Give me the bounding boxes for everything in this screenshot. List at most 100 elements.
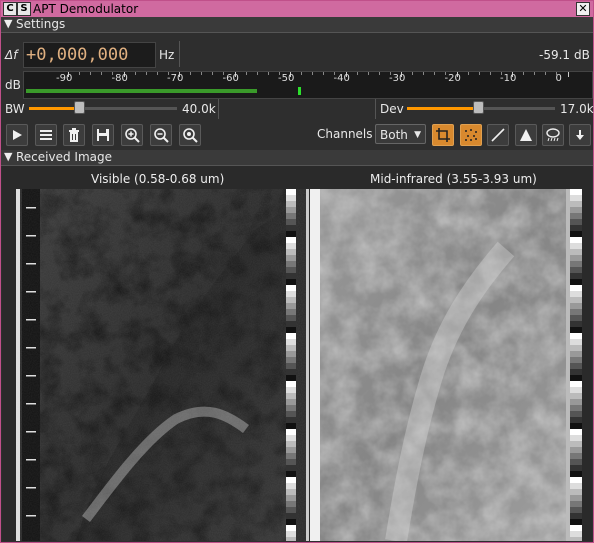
wedge-step — [570, 429, 582, 435]
wedge-step — [570, 243, 582, 249]
scale-minor-tick — [367, 72, 369, 75]
wedge-step — [286, 249, 296, 255]
wedge-step — [286, 441, 296, 447]
scale-minor-tick — [312, 72, 314, 75]
wedge-step — [286, 435, 296, 441]
wedge-step — [286, 243, 296, 249]
wedge-step — [570, 213, 582, 219]
channels-select[interactable]: Both ▼ — [375, 124, 426, 144]
wedge-step — [570, 375, 582, 381]
wedge-step — [286, 393, 296, 399]
wedge-step — [570, 501, 582, 507]
wedge-step — [286, 213, 296, 219]
wedge-step — [570, 381, 582, 387]
bw-slider[interactable] — [29, 101, 177, 115]
linear-equalisation-toggle[interactable] — [487, 124, 509, 146]
scale-minor-tick — [423, 72, 425, 75]
histogram-equalisation-toggle[interactable] — [515, 124, 537, 146]
denoise-toggle[interactable] — [460, 124, 482, 146]
telemetry-mark — [26, 291, 36, 293]
zoom-in-button[interactable] — [121, 124, 143, 146]
telemetry-mark — [26, 487, 36, 489]
wedge-step — [286, 405, 296, 411]
scale-minor-tick — [134, 72, 136, 75]
wedge-step — [570, 285, 582, 291]
wedge-step — [286, 417, 296, 423]
wedge-step — [570, 477, 582, 483]
wedge-step — [286, 261, 296, 267]
line-icon — [491, 128, 505, 142]
bw-value: 40.0k — [182, 102, 216, 116]
collapse-triangle-icon[interactable]: ▼ — [4, 150, 12, 163]
telemetry-mark — [26, 347, 36, 349]
wedge-step — [286, 237, 296, 243]
power-value: -59.1 — [539, 48, 571, 62]
menu-button[interactable] — [35, 124, 57, 146]
precipitation-overlay-toggle[interactable] — [542, 124, 564, 146]
frequency-input[interactable]: +0,000,000 — [23, 42, 156, 68]
title-bar[interactable]: C S APT Demodulator ✕ — [1, 1, 593, 17]
collapse-triangle-icon[interactable]: ▼ — [4, 17, 12, 30]
bw-label: BW — [5, 102, 25, 116]
wedge-step — [570, 387, 582, 393]
wedge-step — [570, 327, 582, 333]
scale-tick-label: -20 — [444, 73, 461, 84]
scale-tick-label: -80 — [111, 73, 128, 84]
wedge-step — [286, 327, 296, 333]
flip-button[interactable] — [569, 124, 591, 146]
save-image-button[interactable] — [92, 124, 114, 146]
zoom-out-button[interactable] — [150, 124, 172, 146]
zoom-fit-button[interactable] — [179, 124, 201, 146]
wedge-step — [570, 255, 582, 261]
zoom-in-icon — [125, 128, 140, 143]
received-image-section-header[interactable]: ▼ Received Image — [1, 150, 593, 166]
wedge-step — [570, 237, 582, 243]
wedge-step — [570, 297, 582, 303]
noise-icon — [465, 129, 477, 141]
wedge-step — [570, 453, 582, 459]
start-button[interactable] — [6, 124, 28, 146]
scale-tick-label: -90 — [56, 73, 73, 84]
wedge-step — [570, 249, 582, 255]
wedge-step — [570, 273, 582, 279]
scale-minor-tick — [90, 72, 92, 75]
dev-slider-handle[interactable] — [472, 101, 484, 114]
level-bar — [26, 89, 258, 93]
crop-noise-toggle[interactable] — [432, 124, 454, 146]
wedge-step — [286, 507, 296, 513]
wedge-step — [286, 285, 296, 291]
dev-label: Dev — [380, 102, 404, 116]
wedge-step — [286, 453, 296, 459]
channel-badge-s[interactable]: S — [17, 2, 31, 16]
wedge-step — [570, 291, 582, 297]
wedge-step — [286, 483, 296, 489]
scale-minor-tick — [101, 72, 103, 75]
settings-section-header[interactable]: ▼ Settings — [1, 17, 593, 33]
wedge-step — [286, 489, 296, 495]
weather-icon — [546, 128, 560, 142]
db-label: dB — [5, 78, 21, 92]
telemetry-mark — [26, 431, 36, 433]
clear-button[interactable] — [63, 124, 85, 146]
close-icon[interactable]: ✕ — [576, 2, 590, 16]
wedge-step — [286, 351, 296, 357]
visible-channel-image[interactable] — [16, 189, 306, 541]
infrared-channel-image[interactable] — [306, 189, 586, 541]
dev-value: 17.0k — [560, 102, 594, 116]
wedge-step — [286, 495, 296, 501]
wedge-step — [286, 225, 296, 231]
channel-badge-c[interactable]: C — [3, 2, 17, 16]
scale-tick-label: -10 — [500, 73, 517, 84]
calibration-wedges — [570, 189, 582, 541]
scale-minor-tick — [378, 72, 380, 75]
zoom-out-icon — [154, 128, 169, 143]
bw-slider-handle[interactable] — [73, 101, 85, 114]
wedge-step — [570, 399, 582, 405]
wedge-step — [286, 279, 296, 285]
wedge-step — [286, 189, 296, 195]
wedge-step — [570, 483, 582, 489]
wedge-step — [286, 315, 296, 321]
dev-slider[interactable] — [407, 101, 555, 115]
scale-tick-label: -40 — [333, 73, 350, 84]
wedge-step — [286, 363, 296, 369]
